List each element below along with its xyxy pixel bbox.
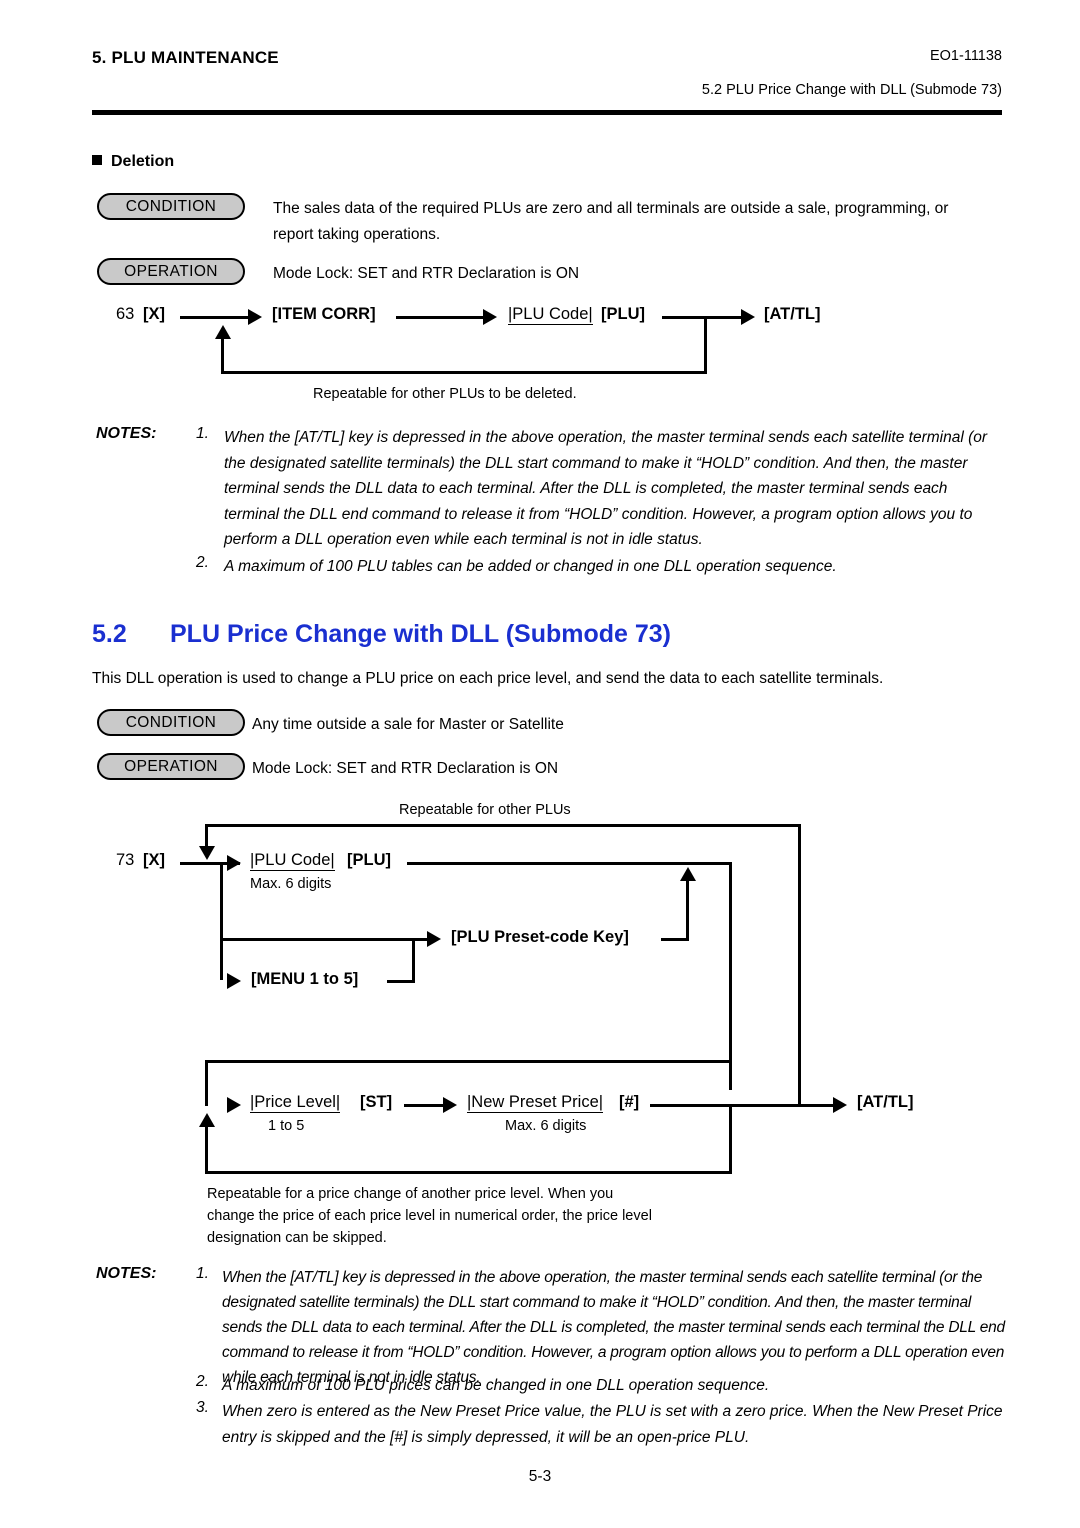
flow1-start-number: 63 [116, 305, 135, 323]
flow2-arrow-at-tl [833, 1097, 847, 1113]
flow2-arrow-price-to-new [443, 1097, 457, 1113]
flow2-outer-return-vertical [798, 824, 801, 1105]
header-chapter-title: 5. PLU MAINTENANCE [92, 48, 279, 67]
operation-text-section: Mode Lock: SET and RTR Declaration is ON [252, 760, 559, 777]
flow2-preset-code-key: [PLU Preset-code Key] [451, 928, 629, 946]
note-text-1: When the [AT/TL] key is depressed in the… [224, 429, 988, 548]
flow2-left-spine [220, 862, 223, 980]
flow2-bottom-caption-line2: change the price of each price level in … [207, 1208, 652, 1224]
flow2-plu-code-variable: |PLU Code| [250, 851, 335, 871]
note2-text-2: A maximum of 100 PLU prices can be chang… [222, 1377, 770, 1394]
flow2-branch-menu-arrow [227, 973, 241, 989]
flow1-arrow-2 [483, 309, 497, 325]
flow1-arrow-1 [248, 309, 262, 325]
flow1-loop-caption: Repeatable for other PLUs to be deleted. [313, 386, 577, 402]
condition-text-deletion: The sales data of the required PLUs are … [273, 200, 949, 243]
flow2-rail-to-at-tl [650, 1104, 836, 1107]
deletion-heading: Deletion [92, 153, 174, 171]
flow1-loop-left-vertical [221, 338, 224, 373]
flow2-price-entry-left-vertical [205, 1060, 208, 1106]
header-section-reference: 5.2 PLU Price Change with DLL (Submode 7… [701, 82, 1002, 98]
document-page: 5. PLU MAINTENANCE EO1-11138 5.2 PLU Pri… [0, 0, 1080, 1528]
flow2-start-key: [X] [143, 851, 165, 869]
flow2-price-level-key: [ST] [360, 1093, 393, 1111]
flow1-step-item-corr: [ITEM CORR] [272, 305, 376, 323]
flow1-connector-1 [180, 316, 252, 319]
note-number-2: 2. [196, 554, 209, 571]
flow2-plu-key: [PLU] [347, 851, 391, 869]
flow2-merge-column [729, 862, 732, 1090]
condition-badge-section: CONDITION [97, 709, 245, 736]
header-divider-rule [92, 110, 1002, 115]
flow2-new-price-sub: Max. 6 digits [505, 1118, 587, 1134]
section-number: 5.2 [92, 620, 127, 648]
flow2-bottom-loop-arrow-up [199, 1113, 215, 1127]
flow2-preset-up-vertical [686, 880, 689, 938]
flow2-end-key: [AT/TL] [857, 1093, 914, 1111]
flow2-price-level-variable: |Price Level| [250, 1093, 341, 1113]
flow2-preset-to-up-rail [661, 938, 689, 941]
flow2-start-number: 73 [116, 851, 135, 869]
flow2-menu-key: [MENU 1 to 5] [251, 970, 359, 988]
operation-badge-deletion: OPERATION [97, 258, 245, 285]
flow1-end-key: [AT/TL] [764, 305, 821, 323]
flow2-menu-to-up-rail [387, 980, 415, 983]
flow2-arrow-to-plu [227, 855, 241, 871]
flow1-loop-arrow-up [215, 325, 231, 339]
flow2-new-price-variable: |New Preset Price| [467, 1093, 604, 1113]
flow1-arrow-3 [741, 309, 755, 325]
flow2-top-rail-left-vertical [205, 824, 208, 848]
flow2-branch-preset-rail [220, 938, 430, 941]
note2-text-1: When the [AT/TL] key is depressed in the… [222, 1269, 1005, 1386]
notes-label-deletion: NOTES: [96, 425, 157, 442]
flow2-plu-sub-label: Max. 6 digits [250, 876, 332, 892]
condition-text-section: Any time outside a sale for Master or Sa… [252, 716, 564, 733]
note2-text-3: When zero is entered as the New Preset P… [222, 1403, 1003, 1446]
flow2-bottom-caption-line3: designation can be skipped. [207, 1230, 387, 1246]
flow2-plu-row-rail [407, 862, 732, 865]
flow2-bottom-caption-line1: Repeatable for a price change of another… [207, 1186, 614, 1202]
flow2-price-level-arrow [227, 1097, 241, 1113]
flow2-price-level-sub: 1 to 5 [268, 1118, 305, 1134]
flow2-bottom-loop-horizontal [205, 1171, 732, 1174]
notes-label-section: NOTES: [96, 1265, 157, 1282]
section-title: PLU Price Change with DLL (Submode 73) [170, 620, 671, 648]
note2-number-2: 2. [196, 1373, 209, 1390]
flow2-price-entry-rail [205, 1060, 732, 1063]
page-number: 5-3 [528, 1468, 552, 1485]
flow2-branch-preset-arrow [427, 931, 441, 947]
note-text-2: A maximum of 100 PLU tables can be added… [224, 558, 837, 575]
header-document-code: EO1-11138 [929, 48, 1002, 64]
flow1-start-key: [X] [143, 305, 165, 323]
bullet-square-icon [92, 155, 102, 165]
flow2-bottom-loop-left-vertical [205, 1126, 208, 1174]
operation-badge-section: OPERATION [97, 753, 245, 780]
flow2-bottom-loop-right-vertical [729, 1104, 732, 1174]
flow1-plu-key: [PLU] [601, 305, 645, 323]
flow2-top-rail-horizontal [205, 824, 801, 827]
flow1-loop-right-vertical [704, 316, 707, 374]
flow1-plu-code-variable: |PLU Code| [508, 305, 593, 325]
flow2-preset-up-arrow [680, 867, 696, 881]
flow2-connector-price-to-new [404, 1104, 446, 1107]
section-intro-text: This DLL operation is used to change a P… [92, 670, 884, 687]
flow2-menu-up-vertical [412, 938, 415, 982]
flow2-new-price-key: [#] [619, 1093, 640, 1111]
note-number-1: 1. [196, 425, 209, 442]
flow2-top-rail-arrow-down [199, 846, 215, 860]
flow1-connector-2 [396, 316, 487, 319]
flow2-top-caption: Repeatable for other PLUs [399, 802, 571, 818]
note2-number-3: 3. [196, 1399, 209, 1416]
condition-badge-deletion: CONDITION [97, 193, 245, 220]
note2-number-1: 1. [196, 1265, 209, 1282]
flow1-loop-bottom-horizontal [221, 371, 707, 374]
operation-text-deletion: Mode Lock: SET and RTR Declaration is ON [273, 265, 580, 282]
